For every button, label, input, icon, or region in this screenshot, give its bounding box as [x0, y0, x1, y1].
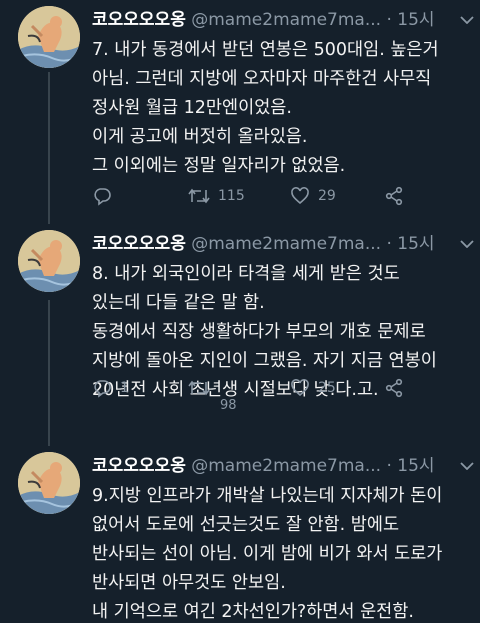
tweet-text-line: 없어서 도로에 선긋는것도 잘 안함. 밤에도 [92, 515, 400, 535]
tweet-text-line: 지방에 돌아온 지인이 그랬음. 자기 지금 연봉이 [92, 351, 437, 371]
chevron-down-icon[interactable] [460, 240, 474, 248]
tweet-header: 코오오오오옹 @mame2mame7ma... · 15시 [92, 232, 474, 258]
chevron-down-icon[interactable] [460, 16, 474, 24]
retweet-button[interactable] [188, 376, 218, 400]
timestamp[interactable]: 15시 [397, 10, 434, 30]
tweet-text-line: 아님. 그런데 지방에 오자마자 마주한건 사무직 [92, 69, 432, 89]
tweet-text-line: 반사되면 아무것도 안보임. [92, 573, 286, 593]
like-icon [290, 186, 318, 206]
share-icon [384, 186, 412, 206]
display-name[interactable]: 코오오오오옹 [92, 456, 186, 476]
avatar[interactable] [18, 6, 80, 68]
timestamp[interactable]: 15시 [397, 456, 434, 476]
tweet-text-line: 반사되는 선이 아님. 이게 밤에 비가 와서 도로가 [92, 544, 443, 564]
retweet-count: 98 [220, 398, 237, 413]
reply-button[interactable]: 1 [92, 376, 129, 400]
timestamp[interactable]: 15시 [397, 234, 434, 254]
user-handle[interactable]: @mame2mame7ma... [191, 10, 381, 30]
like-button[interactable]: 25 [290, 376, 336, 400]
user-handle[interactable]: @mame2mame7ma... [191, 234, 381, 254]
reply-button[interactable] [92, 184, 120, 208]
tweet-text-line: 그 이외에는 정말 일자리가 없었음. [92, 156, 346, 176]
tweet-text-line: 9.지방 인프라가 개박살 나있는데 지자체가 돈이 [92, 486, 443, 506]
tweet[interactable]: 코오오오오옹 @mame2mame7ma... · 15시 7. 내가 동경에서… [0, 6, 480, 216]
like-count: 29 [318, 188, 336, 204]
reply-icon [92, 378, 120, 398]
tweet-actions: 115 29 [92, 184, 462, 208]
tweet-text-line: 이게 공고에 버젓히 올라있음. [92, 127, 308, 147]
retweet-count: 115 [218, 188, 245, 204]
separator-dot: · [386, 234, 392, 254]
tweet[interactable]: 코오오오오옹 @mame2mame7ma... · 15시 9.지방 인프라가 … [0, 452, 480, 623]
display-name[interactable]: 코오오오오옹 [92, 10, 186, 30]
reply-icon [92, 186, 120, 206]
separator-dot: · [386, 10, 392, 30]
tweet-text-line: 7. 내가 동경에서 받던 연봉은 500대임. 높은거 [92, 40, 439, 60]
share-icon [384, 378, 412, 398]
tweet-header: 코오오오오옹 @mame2mame7ma... · 15시 [92, 454, 474, 480]
tweet-text-line: 내 기억으로 여긴 2차선인가?하면서 운전함. [92, 602, 414, 622]
tweet-header: 코오오오오옹 @mame2mame7ma... · 15시 [92, 8, 474, 34]
tweet-text: 9.지방 인프라가 개박살 나있는데 지자체가 돈이 없어서 도로에 선긋는것도… [92, 482, 470, 623]
tweet-text-line: 8. 내가 외국인이라 타격을 세게 받은 것도 [92, 264, 400, 284]
tweet-text-line: 동경에서 직장 생활하다가 부모의 개호 문제로 [92, 322, 426, 342]
like-button[interactable]: 29 [290, 184, 336, 208]
like-count: 25 [318, 380, 336, 396]
retweet-icon [188, 186, 218, 206]
reply-count: 1 [120, 380, 129, 396]
tweet-text: 7. 내가 동경에서 받던 연봉은 500대임. 높은거 아님. 그런데 지방에… [92, 36, 470, 181]
separator-dot: · [386, 456, 392, 476]
avatar[interactable] [18, 230, 80, 292]
chevron-down-icon[interactable] [460, 462, 474, 470]
display-name[interactable]: 코오오오오옹 [92, 234, 186, 254]
like-icon [290, 378, 318, 398]
tweet[interactable]: 코오오오오옹 @mame2mame7ma... · 15시 8. 내가 외국인이… [0, 230, 480, 440]
tweet-text-line: 정사원 월급 12만엔이었음. [92, 98, 292, 118]
tweet-text-line: 있는데 다들 같은 말 함. [92, 293, 265, 313]
timeline: 코오오오오옹 @mame2mame7ma... · 15시 7. 내가 동경에서… [0, 0, 480, 623]
share-button[interactable] [384, 376, 412, 400]
retweet-button[interactable]: 115 [188, 184, 245, 208]
retweet-icon [188, 378, 218, 398]
tweet-actions: 1 25 [92, 376, 462, 400]
avatar[interactable] [18, 452, 80, 514]
share-button[interactable] [384, 184, 412, 208]
user-handle[interactable]: @mame2mame7ma... [191, 456, 381, 476]
